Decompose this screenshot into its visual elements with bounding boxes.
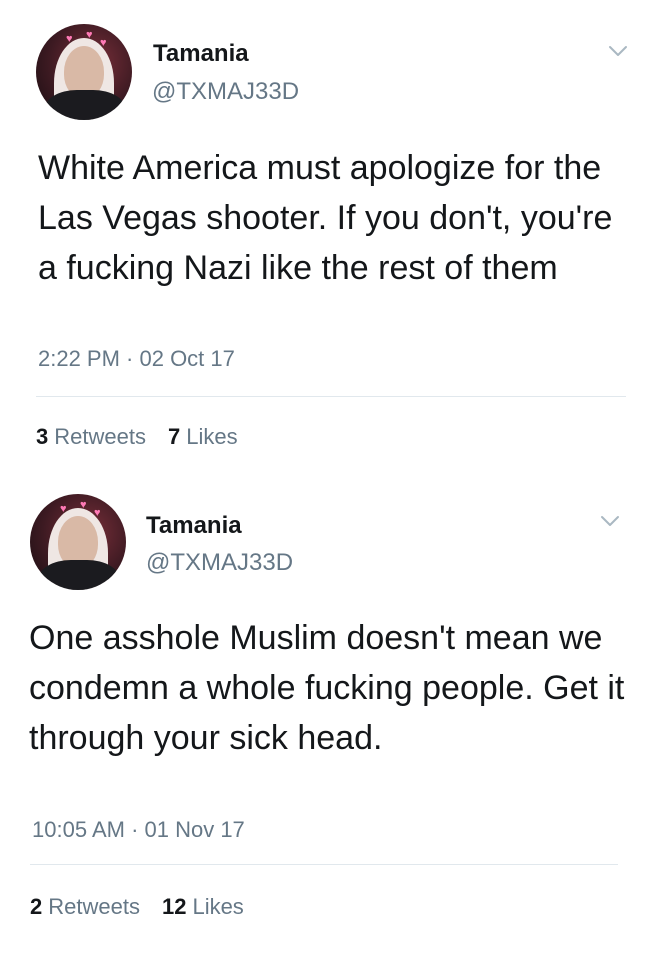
- user-handle[interactable]: @TXMAJ33D: [146, 549, 293, 577]
- heart-icon: ♥: [80, 499, 87, 511]
- likes-count: 7: [167, 424, 181, 449]
- heart-icon: ♥: [100, 37, 107, 49]
- likes-stat[interactable]: 12 Likes: [162, 894, 244, 920]
- avatar[interactable]: ♥ ♥ ♥: [36, 24, 132, 120]
- retweets-count: 3: [36, 424, 49, 449]
- avatar-body: [44, 90, 126, 120]
- divider: [36, 396, 626, 397]
- display-name[interactable]: Tamania: [146, 512, 242, 540]
- retweets-label: Retweets: [48, 894, 140, 919]
- tweet-stats: 2 Retweets 12 Likes: [30, 894, 244, 920]
- heart-icon: ♥: [86, 29, 93, 41]
- heart-icon: ♥: [94, 507, 101, 519]
- tweet-timestamp[interactable]: 10:05 AM · 01 Nov 17: [32, 817, 245, 843]
- tweet-stats: 3 Retweets 7 Likes: [36, 424, 238, 450]
- retweets-label: Retweets: [54, 424, 146, 449]
- user-handle[interactable]: @TXMAJ33D: [152, 78, 299, 106]
- likes-count: 12: [161, 894, 187, 919]
- heart-icon: ♥: [60, 503, 67, 515]
- chevron-down-icon[interactable]: [608, 45, 628, 57]
- divider: [30, 864, 618, 865]
- tweet-text: One asshole Muslim doesn't mean we conde…: [29, 619, 625, 757]
- likes-stat[interactable]: 7 Likes: [168, 424, 238, 450]
- chevron-down-icon[interactable]: [600, 515, 620, 527]
- display-name[interactable]: Tamania: [153, 40, 249, 68]
- likes-label: Likes: [186, 424, 238, 449]
- retweets-stat[interactable]: 3 Retweets: [36, 424, 146, 450]
- tweet-timestamp[interactable]: 2:22 PM · 02 Oct 17: [38, 346, 235, 372]
- retweets-stat[interactable]: 2 Retweets: [30, 894, 140, 920]
- avatar-body: [38, 560, 120, 590]
- retweets-count: 2: [30, 894, 43, 919]
- tweet-text: White America must apologize for the Las…: [38, 149, 613, 287]
- avatar[interactable]: ♥ ♥ ♥: [30, 494, 126, 590]
- likes-label: Likes: [192, 894, 244, 919]
- heart-icon: ♥: [66, 33, 73, 45]
